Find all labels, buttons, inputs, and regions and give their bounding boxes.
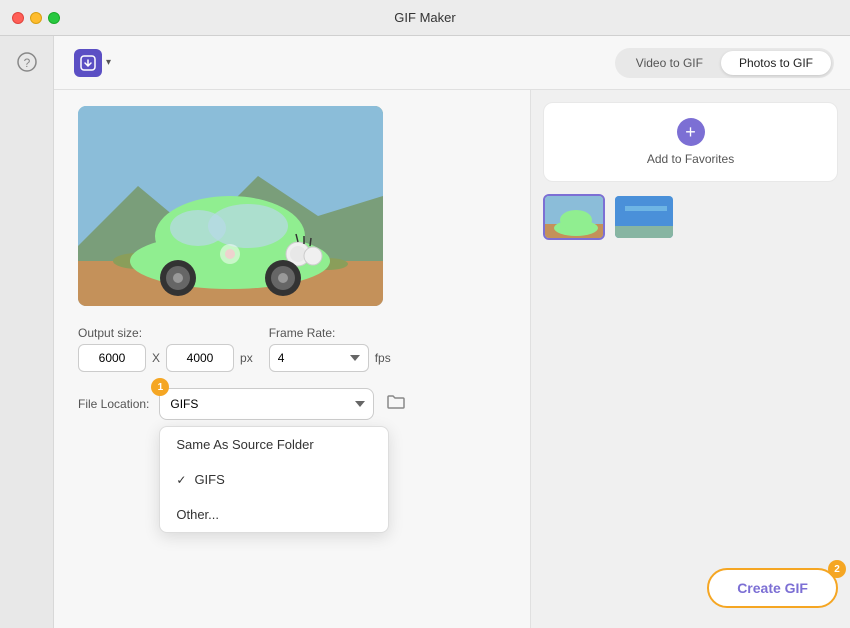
- plus-icon: +: [677, 118, 705, 146]
- svg-text:?: ?: [23, 56, 30, 70]
- file-location-select-wrapper: 1 GIFS Same As Source Folder Other... Sa…: [159, 388, 374, 420]
- fps-label: fps: [375, 351, 391, 365]
- px-label: px: [240, 351, 253, 365]
- photo-preview: [78, 106, 383, 306]
- x-separator: X: [152, 351, 160, 365]
- toolbar: ▾ Video to GIF Photos to GIF: [54, 36, 850, 90]
- window-controls: [12, 12, 60, 24]
- close-button[interactable]: [12, 12, 24, 24]
- nav-icon-help[interactable]: ?: [9, 44, 45, 80]
- folder-browse-button[interactable]: [384, 392, 408, 417]
- file-location-row: File Location: 1 GIFS Same As Source Fol…: [78, 388, 506, 420]
- left-nav: ?: [0, 36, 54, 628]
- framerate-group: Frame Rate: 4 8 12 24 fps: [269, 326, 391, 372]
- dropdown-item-gifs[interactable]: ✓ GIFS: [160, 462, 388, 497]
- title-bar: GIF Maker: [0, 0, 850, 36]
- window-title: GIF Maker: [394, 10, 455, 25]
- dropdown-item-same-as-source[interactable]: Same As Source Folder: [160, 427, 388, 462]
- app-body: ? ▾ Video to GIF Photos to GIF: [0, 36, 850, 628]
- size-inputs: X px: [78, 344, 253, 372]
- thumbnail-1[interactable]: [543, 194, 605, 240]
- dropdown-item-same-as-source-label: Same As Source Folder: [176, 437, 313, 452]
- favorites-label: Add to Favorites: [647, 152, 734, 166]
- video-to-gif-tab[interactable]: Video to GIF: [618, 51, 721, 75]
- dropdown-item-gifs-label: GIFS: [194, 472, 224, 487]
- maximize-button[interactable]: [48, 12, 60, 24]
- photo-preview-image: [78, 106, 383, 306]
- photos-to-gif-tab[interactable]: Photos to GIF: [721, 51, 831, 75]
- output-size-label: Output size:: [78, 326, 253, 340]
- thumbnail-2-image: [615, 196, 673, 238]
- thumbnails-row: [543, 194, 838, 240]
- dropdown-item-other-label: Other...: [176, 507, 219, 522]
- import-chevron: ▾: [106, 57, 111, 68]
- main-area: ▾ Video to GIF Photos to GIF: [54, 36, 850, 628]
- create-gif-button[interactable]: Create GIF: [707, 568, 838, 608]
- right-panel: + Add to Favorites: [530, 90, 850, 628]
- framerate-inputs: 4 8 12 24 fps: [269, 344, 391, 372]
- add-favorites-box[interactable]: + Add to Favorites: [543, 102, 838, 182]
- file-location-select[interactable]: GIFS Same As Source Folder Other...: [159, 388, 374, 420]
- thumbnail-2[interactable]: [613, 194, 675, 240]
- import-button[interactable]: ▾: [70, 45, 115, 81]
- check-mark-icon: ✓: [176, 473, 186, 487]
- file-location-dropdown: Same As Source Folder ✓ GIFS Other...: [159, 426, 389, 533]
- framerate-select[interactable]: 4 8 12 24: [269, 344, 369, 372]
- minimize-button[interactable]: [30, 12, 42, 24]
- mode-toggle: Video to GIF Photos to GIF: [615, 48, 834, 78]
- left-panel: Output size: X px Frame Rate: 4: [54, 90, 530, 628]
- height-input[interactable]: [166, 344, 234, 372]
- thumbnail-1-image: [545, 196, 603, 238]
- file-location-label: File Location:: [78, 397, 149, 411]
- dropdown-item-other[interactable]: Other...: [160, 497, 388, 532]
- output-size-group: Output size: X px: [78, 326, 253, 372]
- content-area: Output size: X px Frame Rate: 4: [54, 90, 850, 628]
- import-icon: [74, 49, 102, 77]
- width-input[interactable]: [78, 344, 146, 372]
- create-gif-wrapper: 2 Create GIF: [707, 568, 838, 608]
- framerate-label: Frame Rate:: [269, 326, 391, 340]
- settings-row: Output size: X px Frame Rate: 4: [78, 326, 506, 372]
- badge-2: 2: [828, 560, 846, 578]
